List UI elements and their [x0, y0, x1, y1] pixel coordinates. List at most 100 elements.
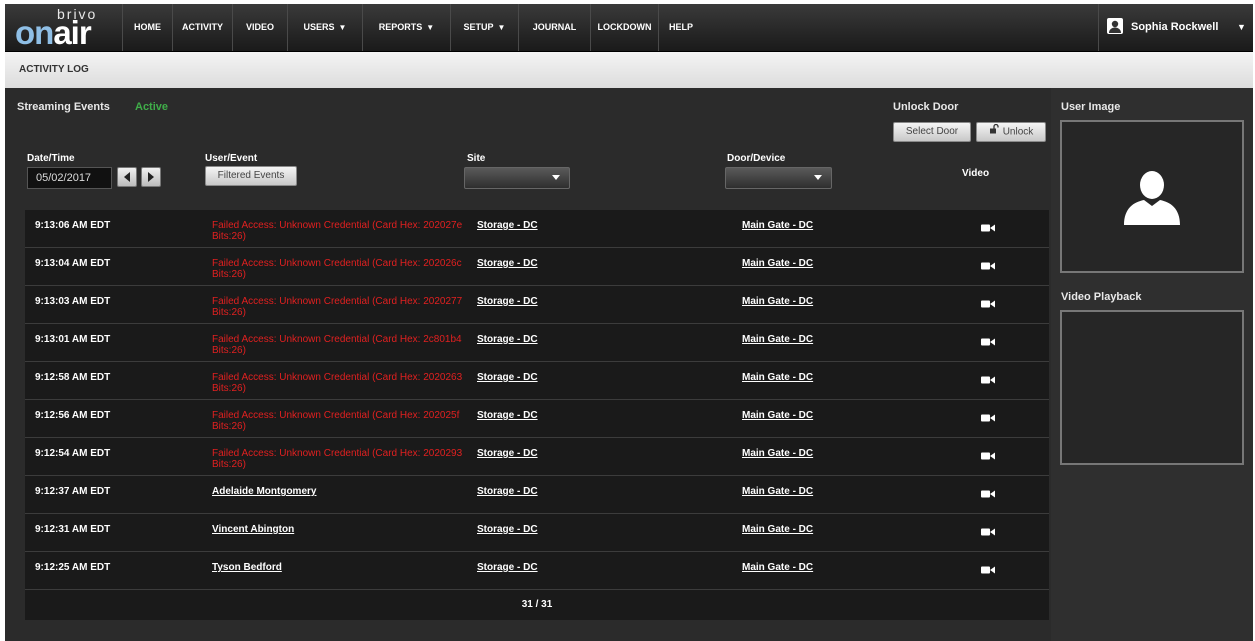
event-site-link[interactable]: Storage - DC [477, 486, 538, 497]
event-door-link[interactable]: Main Gate - DC [742, 296, 813, 307]
table-row[interactable]: 9:13:01 AM EDT Failed Access: Unknown Cre… [25, 324, 1049, 362]
pagination-info: 31 / 31 [25, 590, 1049, 620]
table-row[interactable]: 9:12:31 AM EDT Vincent Abington Storage - … [25, 514, 1049, 552]
nav-item-users[interactable]: USERS ▼ [287, 4, 362, 51]
event-description: Failed Access: Unknown Credential (Card … [212, 410, 460, 432]
event-site-link[interactable]: Storage - DC [477, 220, 538, 231]
activity-main-panel: Streaming Events Active Unlock Door Sele… [5, 88, 1051, 641]
date-input[interactable]: 05/02/2017 [27, 167, 112, 189]
event-user-link[interactable]: Vincent Abington [212, 524, 482, 535]
table-row[interactable]: 9:12:25 AM EDT Tyson Bedford Storage - DC M… [25, 552, 1049, 590]
event-door-link[interactable]: Main Gate - DC [742, 258, 813, 269]
activity-events-table: 9:13:06 AM EDT Failed Access: Unknown Cre… [25, 210, 1049, 620]
nav-item-label: LOCKDOWN [597, 22, 652, 32]
event-door-link[interactable]: Main Gate - DC [742, 524, 813, 535]
nav-item-label: HOME [134, 22, 161, 32]
nav-item-journal[interactable]: JOURNAL [518, 4, 590, 51]
previous-date-button[interactable] [117, 167, 137, 187]
event-description: Failed Access: Unknown Credential (Card … [212, 372, 463, 394]
event-user-link[interactable]: Adelaide Montgomery [212, 486, 482, 497]
table-row[interactable]: 9:13:03 AM EDT Failed Access: Unknown Cre… [25, 286, 1049, 324]
video-camera-icon[interactable] [981, 413, 995, 426]
event-door-link[interactable]: Main Gate - DC [742, 486, 813, 497]
event-site-link[interactable]: Storage - DC [477, 372, 538, 383]
event-door-link[interactable]: Main Gate - DC [742, 372, 813, 383]
video-camera-icon[interactable] [981, 223, 995, 236]
video-camera-icon[interactable] [981, 337, 995, 350]
event-site-link[interactable]: Storage - DC [477, 524, 538, 535]
nav-item-label: JOURNAL [532, 22, 577, 32]
nav-item-video[interactable]: VIDEO [232, 4, 287, 51]
table-row[interactable]: 9:12:54 AM EDT Failed Access: Unknown Cre… [25, 438, 1049, 476]
event-description: Failed Access: Unknown Credential (Card … [212, 220, 463, 242]
door-device-dropdown[interactable] [725, 167, 832, 189]
event-door-link[interactable]: Main Gate - DC [742, 562, 813, 573]
select-door-button[interactable]: Select Door [893, 122, 971, 142]
site-dropdown[interactable] [464, 167, 570, 189]
arrow-right-icon [148, 172, 154, 182]
event-time: 9:12:37 AM EDT [35, 486, 111, 497]
event-door-link[interactable]: Main Gate - DC [742, 410, 813, 421]
user-silhouette-icon [1124, 171, 1180, 225]
video-camera-icon[interactable] [981, 489, 995, 502]
nav-item-label: USERS [303, 22, 335, 32]
nav-item-label: ACTIVITY [181, 22, 223, 32]
side-panel: User Image Video Playback [1051, 88, 1253, 641]
event-site-link[interactable]: Storage - DC [477, 334, 538, 345]
nav-item-reports[interactable]: REPORTS ▼ [362, 4, 450, 51]
event-time: 9:13:03 AM EDT [35, 296, 111, 307]
video-camera-icon[interactable] [981, 299, 995, 312]
chevron-down-icon: ▼ [338, 23, 347, 32]
video-playback-title: Video Playback [1061, 291, 1142, 303]
event-site-link[interactable]: Storage - DC [477, 258, 538, 269]
event-door-link[interactable]: Main Gate - DC [742, 220, 813, 231]
nav-item-help[interactable]: HELP [658, 4, 703, 51]
video-camera-icon[interactable] [981, 527, 995, 540]
nav-item-lockdown[interactable]: LOCKDOWN [590, 4, 658, 51]
nav-item-setup[interactable]: SETUP ▼ [450, 4, 518, 51]
event-user-link[interactable]: Tyson Bedford [212, 562, 482, 573]
video-camera-icon[interactable] [981, 451, 995, 464]
lock-open-icon [989, 123, 999, 141]
next-date-button[interactable] [141, 167, 161, 187]
nav-item-label: REPORTS [378, 22, 423, 32]
table-row[interactable]: 9:12:56 AM EDT Failed Access: Unknown Cre… [25, 400, 1049, 438]
table-row[interactable]: 9:12:58 AM EDT Failed Access: Unknown Cre… [25, 362, 1049, 400]
video-column-label: Video [962, 168, 990, 179]
site-label: Site [467, 153, 486, 164]
user-menu[interactable]: Sophia Rockwell ▼ [1098, 4, 1253, 51]
event-site-link[interactable]: Storage - DC [477, 562, 538, 573]
event-description: Failed Access: Unknown Credential (Card … [212, 448, 463, 470]
event-door-link[interactable]: Main Gate - DC [742, 334, 813, 345]
video-playback-box [1060, 310, 1244, 465]
nav-item-activity[interactable]: ACTIVITY [172, 4, 232, 51]
user-image-title: User Image [1061, 101, 1121, 113]
event-site-link[interactable]: Storage - DC [477, 448, 538, 459]
event-site-link[interactable]: Storage - DC [477, 296, 538, 307]
chevron-down-icon: ▼ [497, 23, 506, 32]
unlock-button[interactable]: Unlock [976, 122, 1046, 142]
event-door-link[interactable]: Main Gate - DC [742, 448, 813, 459]
nav-item-label: HELP [668, 22, 693, 32]
chevron-down-icon: ▼ [1237, 22, 1246, 32]
unlock-button-label: Unlock [1002, 126, 1034, 138]
unlock-door-title: Unlock Door [893, 101, 959, 113]
streaming-events-label: Streaming Events [17, 101, 110, 113]
brivo-onair-logo[interactable]: brivo onair [11, 6, 107, 51]
event-time: 9:13:06 AM EDT [35, 220, 111, 231]
nav-item-label: VIDEO [245, 22, 274, 32]
table-row[interactable]: 9:13:06 AM EDT Failed Access: Unknown Cre… [25, 210, 1049, 248]
table-row[interactable]: 9:12:37 AM EDT Adelaide Montgomery Storage… [25, 476, 1049, 514]
arrow-left-icon [124, 172, 130, 182]
user-event-label: User/Event [205, 153, 258, 164]
video-camera-icon[interactable] [981, 565, 995, 578]
video-camera-icon[interactable] [981, 375, 995, 388]
event-time: 9:12:56 AM EDT [35, 410, 111, 421]
chevron-down-icon [814, 175, 822, 180]
nav-item-home[interactable]: HOME [122, 4, 172, 51]
table-row[interactable]: 9:13:04 AM EDT Failed Access: Unknown Cre… [25, 248, 1049, 286]
event-site-link[interactable]: Storage - DC [477, 410, 538, 421]
chevron-down-icon: ▼ [426, 23, 435, 32]
video-camera-icon[interactable] [981, 261, 995, 274]
filtered-events-button[interactable]: Filtered Events [205, 166, 297, 186]
